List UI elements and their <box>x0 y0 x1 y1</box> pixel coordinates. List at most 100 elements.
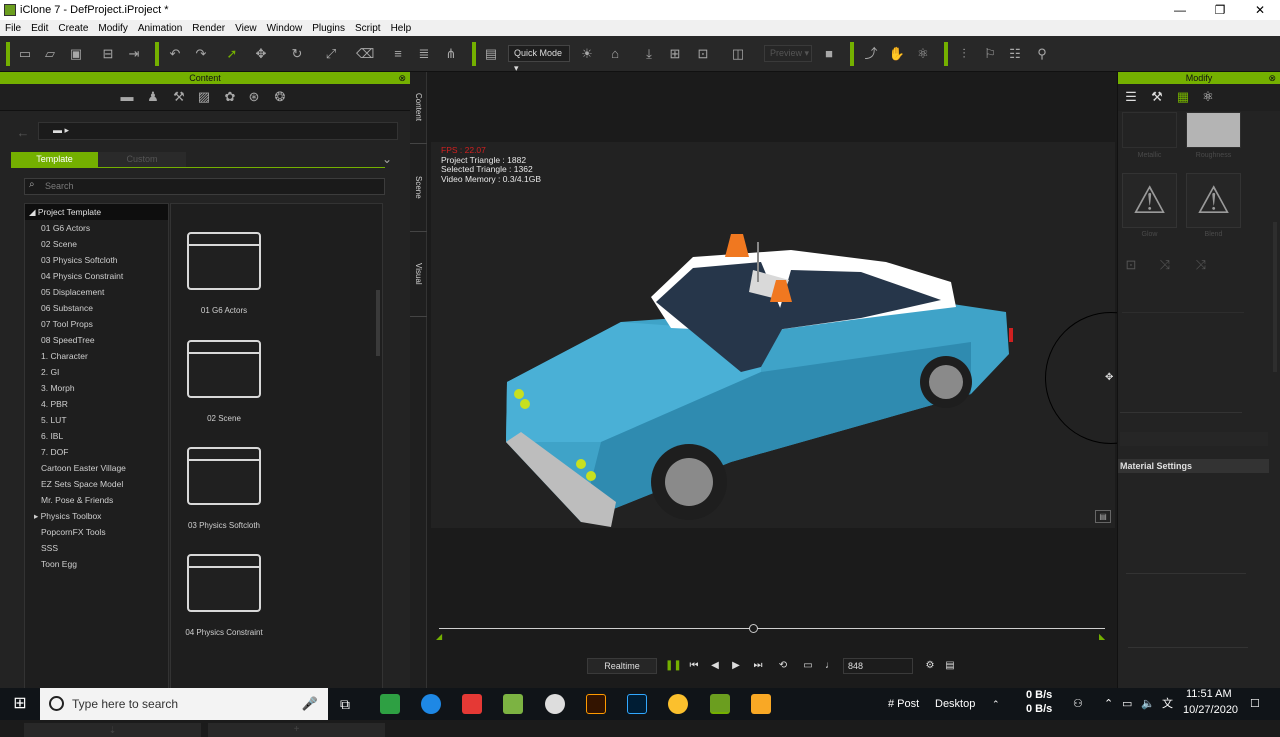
atom-icon[interactable]: ⚛ <box>1199 88 1217 106</box>
app-icon-lime[interactable] <box>503 694 523 714</box>
clock-time[interactable]: 11:51 AM <box>1186 686 1232 702</box>
scale-icon[interactable]: ⤢ <box>322 45 340 63</box>
import-icon[interactable]: ⊟ <box>99 45 117 63</box>
app-icon-disc[interactable] <box>545 694 565 714</box>
tree-item[interactable]: PopcornFX Tools <box>25 524 168 540</box>
close-icon[interactable]: ⊗ <box>398 72 406 84</box>
post-toolbar[interactable]: # Post <box>888 688 919 720</box>
menu-window[interactable]: Window <box>262 23 308 34</box>
menu-file[interactable]: File <box>0 23 26 34</box>
metallic-swatch[interactable] <box>1122 112 1177 148</box>
quick-mode-dropdown[interactable]: Quick Mode ▾ <box>508 45 570 73</box>
collapsed-section[interactable] <box>1120 432 1268 446</box>
link-icon[interactable]: ⤨ <box>1192 256 1210 274</box>
step-forward-icon[interactable]: ▶ <box>729 658 743 674</box>
menu-plugins[interactable]: Plugins <box>307 23 350 34</box>
frame-number-input[interactable]: 848 <box>843 658 913 674</box>
minimize-button[interactable]: — <box>1160 0 1200 20</box>
folder-icon[interactable] <box>187 447 261 505</box>
motion-path-icon[interactable]: ⤴ <box>862 45 880 63</box>
undo-icon[interactable]: ↶ <box>166 45 184 63</box>
side-tab-visual[interactable]: Visual <box>410 232 427 317</box>
photoshop-icon[interactable] <box>627 694 647 714</box>
chrome-icon[interactable] <box>668 694 688 714</box>
pause-icon[interactable]: ❚❚ <box>665 658 682 674</box>
snap-icon[interactable]: ⋔ <box>442 45 460 63</box>
folder-icon[interactable] <box>187 554 261 612</box>
tree-item[interactable]: 3. Morph <box>25 380 168 396</box>
tree-item[interactable]: Toon Egg <box>25 556 168 572</box>
folder-icon[interactable] <box>187 232 261 290</box>
rotate-icon[interactable]: ↻ <box>288 45 306 63</box>
notification-icon[interactable]: ☐ <box>1250 688 1260 720</box>
flag-icon[interactable]: ⚐ <box>981 45 999 63</box>
tree-item[interactable]: 05 Displacement <box>25 284 168 300</box>
material-checker-icon[interactable]: ▦ <box>1174 88 1192 106</box>
tab-template[interactable]: Template <box>11 152 98 167</box>
network-icon[interactable]: ▭ <box>1122 688 1132 720</box>
warning-icon[interactable]: ⚠ <box>1186 173 1241 228</box>
taskbar-search-input[interactable]: Type here to search 🎤 <box>40 688 328 720</box>
tree-item[interactable]: SSS <box>25 540 168 556</box>
export-icon[interactable]: ⇥ <box>125 45 143 63</box>
viewport-layout-icon[interactable]: ▤ <box>482 45 500 63</box>
save-icon[interactable]: ▣ <box>67 45 85 63</box>
tree-item[interactable]: 2. GI <box>25 364 168 380</box>
tree-item[interactable]: 02 Scene <box>25 236 168 252</box>
modify-scrollbar[interactable] <box>1273 222 1277 372</box>
image-icon[interactable]: ▨ <box>195 88 213 106</box>
tree-item[interactable]: 01 G6 Actors <box>25 220 168 236</box>
drop-to-ground-icon[interactable]: ⤓ <box>640 45 658 63</box>
playback-settings-icon[interactable]: ⚙ <box>923 658 937 674</box>
microphone-icon[interactable]: 🎤 <box>302 688 318 720</box>
slider-track[interactable] <box>1128 647 1248 648</box>
grid-scrollbar[interactable] <box>376 290 380 356</box>
download-icon[interactable]: ⇣ <box>24 723 201 737</box>
camera-icon[interactable]: ■ <box>820 45 838 63</box>
tree-item[interactable]: 1. Character <box>25 348 168 364</box>
frame-selected-icon[interactable]: ⊡ <box>694 45 712 63</box>
menu-edit[interactable]: Edit <box>26 23 53 34</box>
tree-item[interactable]: Mr. Pose & Friends <box>25 492 168 508</box>
zoom-extent-icon[interactable]: ⊞ <box>666 45 684 63</box>
tree-item[interactable]: 5. LUT <box>25 412 168 428</box>
realtime-dropdown[interactable]: Realtime <box>587 658 657 674</box>
input-method-icon[interactable]: 文 <box>1162 688 1173 720</box>
tree-item[interactable]: Cartoon Easter Village <box>25 460 168 476</box>
menu-create[interactable]: Create <box>53 23 93 34</box>
project-folder-icon[interactable]: ▬ <box>118 88 136 106</box>
motion-pose-icon[interactable]: ⚒ <box>1148 88 1166 106</box>
menu-help[interactable]: Help <box>386 23 417 34</box>
film-reel-icon[interactable]: ⊛ <box>245 88 263 106</box>
side-tab-content[interactable]: Content <box>410 72 427 144</box>
effect-icon[interactable]: ✿ <box>221 88 239 106</box>
eraser-icon[interactable]: ⌫ <box>356 45 374 63</box>
slider-track[interactable] <box>1126 573 1246 574</box>
tree-item[interactable]: EZ Sets Space Model <box>25 476 168 492</box>
maximize-button[interactable]: ❐ <box>1200 0 1240 20</box>
subtitle-icon[interactable]: ▭ <box>801 658 815 674</box>
skip-forward-icon[interactable]: ⏭ <box>751 658 765 674</box>
volume-icon[interactable]: 🔈 <box>1141 688 1155 720</box>
redo-icon[interactable]: ↷ <box>192 45 210 63</box>
app-icon-red[interactable] <box>462 694 482 714</box>
iclone-taskbar-icon[interactable] <box>710 694 730 714</box>
menu-script[interactable]: Script <box>350 23 386 34</box>
content-search-input[interactable]: Search <box>24 178 385 195</box>
step-back-icon[interactable]: ◀ <box>708 658 722 674</box>
file-explorer-icon[interactable] <box>751 694 771 714</box>
chevron-up-icon[interactable]: ⌃ <box>992 688 1000 720</box>
desktop-toolbar[interactable]: Desktop <box>935 688 975 720</box>
material-settings-header[interactable]: Material Settings <box>1118 459 1269 473</box>
timeline-toggle-icon[interactable]: ▤ <box>943 658 957 674</box>
add-icon[interactable]: + <box>208 723 385 737</box>
clock-date[interactable]: 10/27/2020 <box>1183 702 1238 718</box>
menu-view[interactable]: View <box>230 23 262 34</box>
timeline-end-marker-icon[interactable]: ◣ <box>1099 632 1105 641</box>
slider-track[interactable] <box>1120 412 1242 413</box>
people-icon[interactable]: ⚇ <box>1073 688 1083 720</box>
app-icon-green[interactable] <box>380 694 400 714</box>
edge-icon[interactable] <box>421 694 441 714</box>
preview-dropdown[interactable]: Preview ▾ <box>764 45 812 62</box>
display-mode-icon[interactable]: ◫ <box>729 45 747 63</box>
